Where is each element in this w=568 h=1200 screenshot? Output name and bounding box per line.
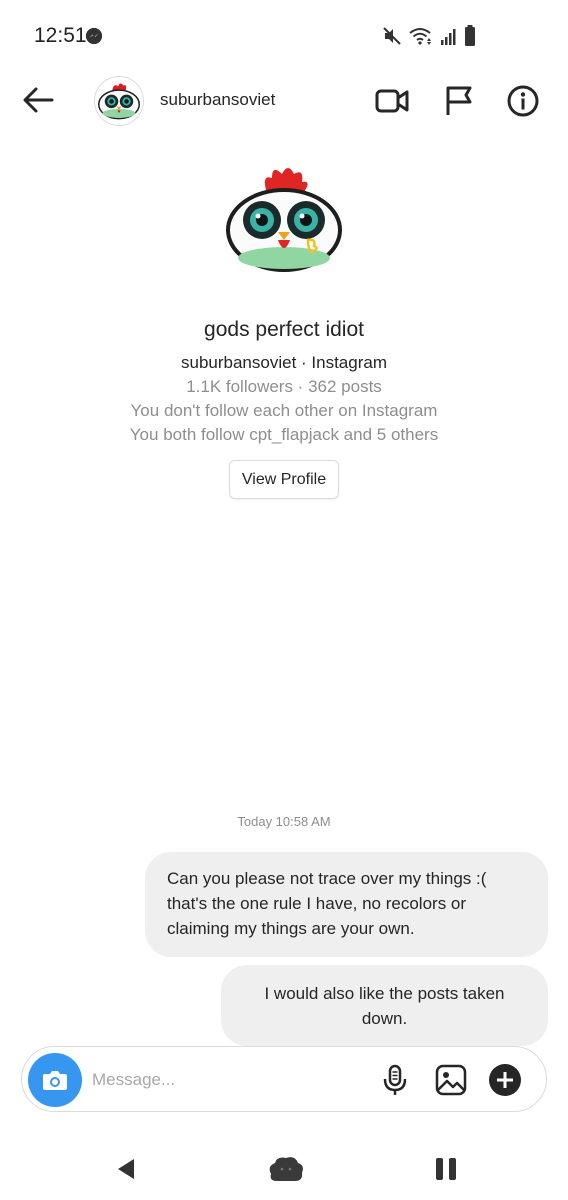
wifi-icon <box>409 28 431 45</box>
view-profile-button[interactable]: View Profile <box>229 460 339 499</box>
nav-back-icon[interactable] <box>114 1156 140 1182</box>
status-time: 12:51 <box>34 24 87 47</box>
chat-header: suburbansoviet <box>0 70 568 132</box>
profile-picture[interactable] <box>220 160 348 278</box>
system-nav-bar <box>0 1140 568 1200</box>
mute-icon <box>383 27 401 45</box>
nav-home-icon[interactable] <box>265 1154 307 1184</box>
profile-info: gods perfect idiot suburbansoviet · Inst… <box>0 318 568 447</box>
video-camera-icon[interactable] <box>374 84 410 118</box>
message-bubble[interactable]: Can you please not trace over my things … <box>145 852 548 957</box>
mutual-followers-line: You both follow cpt_flapjack and 5 other… <box>129 425 439 444</box>
dm-screen: 12:51 suburbansoviet gods perfect idiot … <box>0 0 568 1200</box>
profile-handle-line: suburbansoviet · Instagram <box>181 353 387 372</box>
profile-full-name: gods perfect idiot <box>204 318 364 341</box>
flag-icon[interactable] <box>442 84 478 118</box>
microphone-icon[interactable] <box>378 1063 412 1097</box>
info-icon[interactable] <box>506 84 542 118</box>
camera-button[interactable] <box>28 1053 82 1107</box>
message-composer <box>21 1046 547 1112</box>
avatar[interactable] <box>94 76 144 126</box>
status-bar: 12:51 <box>0 0 568 70</box>
camera-icon <box>43 1071 67 1090</box>
message-timestamp: Today 10:58 AM <box>237 814 331 829</box>
nav-recents-icon[interactable] <box>434 1157 458 1181</box>
header-username[interactable]: suburbansoviet <box>160 90 275 110</box>
image-icon[interactable] <box>434 1063 468 1097</box>
signal-icon <box>441 29 456 45</box>
rooster-avatar-icon <box>98 83 140 120</box>
message-bubble[interactable]: I would also like the posts taken down. <box>221 965 548 1046</box>
arrow-left-icon[interactable] <box>20 84 56 116</box>
profile-stats-line: 1.1K followers · 362 posts <box>186 377 382 396</box>
status-icons <box>382 25 476 47</box>
plus-circle-icon[interactable] <box>488 1063 522 1097</box>
messenger-icon <box>85 27 103 45</box>
battery-icon <box>465 25 475 46</box>
follow-status-line: You don't follow each other on Instagram <box>130 401 438 420</box>
message-input[interactable] <box>92 1067 362 1093</box>
